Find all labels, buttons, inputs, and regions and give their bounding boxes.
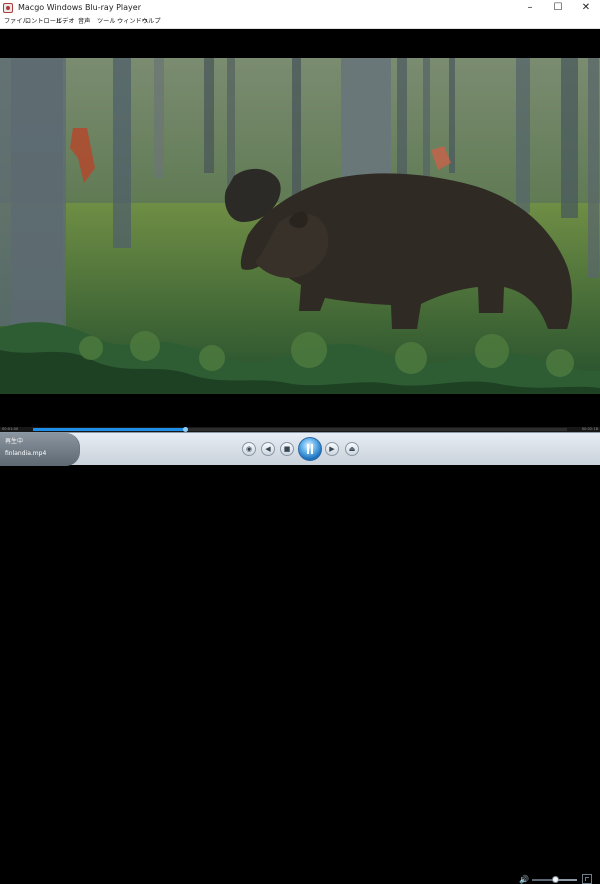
volume-level — [532, 879, 554, 881]
volume-icon[interactable]: 🔊 — [519, 875, 529, 884]
pause-icon — [307, 444, 313, 454]
file-info-panel: 再生中 finlandia.mp4 — [0, 433, 80, 466]
pause-button[interactable] — [298, 437, 322, 461]
file-name: finlandia.mp4 — [5, 450, 47, 457]
menu-tools[interactable]: ツール — [97, 16, 116, 28]
menu-bar: ファイル コントロール ビデオ 音声 ツール ウィンドウ ヘルプ — [0, 16, 600, 29]
stop-icon: ■ — [283, 445, 291, 453]
next-button[interactable]: ▶ — [325, 442, 339, 456]
close-button[interactable]: ✕ — [572, 0, 600, 16]
eject-icon: ⏏ — [348, 445, 356, 453]
control-bar: 再生中 finlandia.mp4 ◉ ◀ ■ ▶ ⏏ 🔊 — [0, 432, 600, 884]
snapshot-button[interactable]: ◉ — [242, 442, 256, 456]
previous-icon: ◀ — [265, 445, 271, 453]
volume-handle[interactable] — [552, 876, 559, 883]
app-icon — [3, 3, 13, 13]
fullscreen-icon[interactable] — [582, 874, 592, 884]
title-bar: Macgo Windows Blu-ray Player – ☐ ✕ — [0, 0, 600, 16]
next-icon: ▶ — [329, 445, 335, 453]
menu-help[interactable]: ヘルプ — [142, 16, 161, 28]
video-frame — [0, 58, 600, 394]
seek-progress — [33, 428, 186, 431]
eject-button[interactable]: ⏏ — [345, 442, 359, 456]
previous-button[interactable]: ◀ — [261, 442, 275, 456]
menu-video[interactable]: ビデオ — [56, 16, 75, 28]
camera-icon: ◉ — [245, 445, 253, 453]
playback-status: 再生中 — [5, 438, 24, 445]
window-title: Macgo Windows Blu-ray Player — [18, 3, 142, 12]
player-window: Macgo Windows Blu-ray Player – ☐ ✕ ファイル … — [0, 0, 600, 884]
menu-audio[interactable]: 音声 — [78, 16, 90, 28]
video-area[interactable] — [0, 29, 600, 427]
minimize-button[interactable]: – — [516, 0, 544, 16]
maximize-button[interactable]: ☐ — [544, 0, 572, 16]
stop-button[interactable]: ■ — [280, 442, 294, 456]
